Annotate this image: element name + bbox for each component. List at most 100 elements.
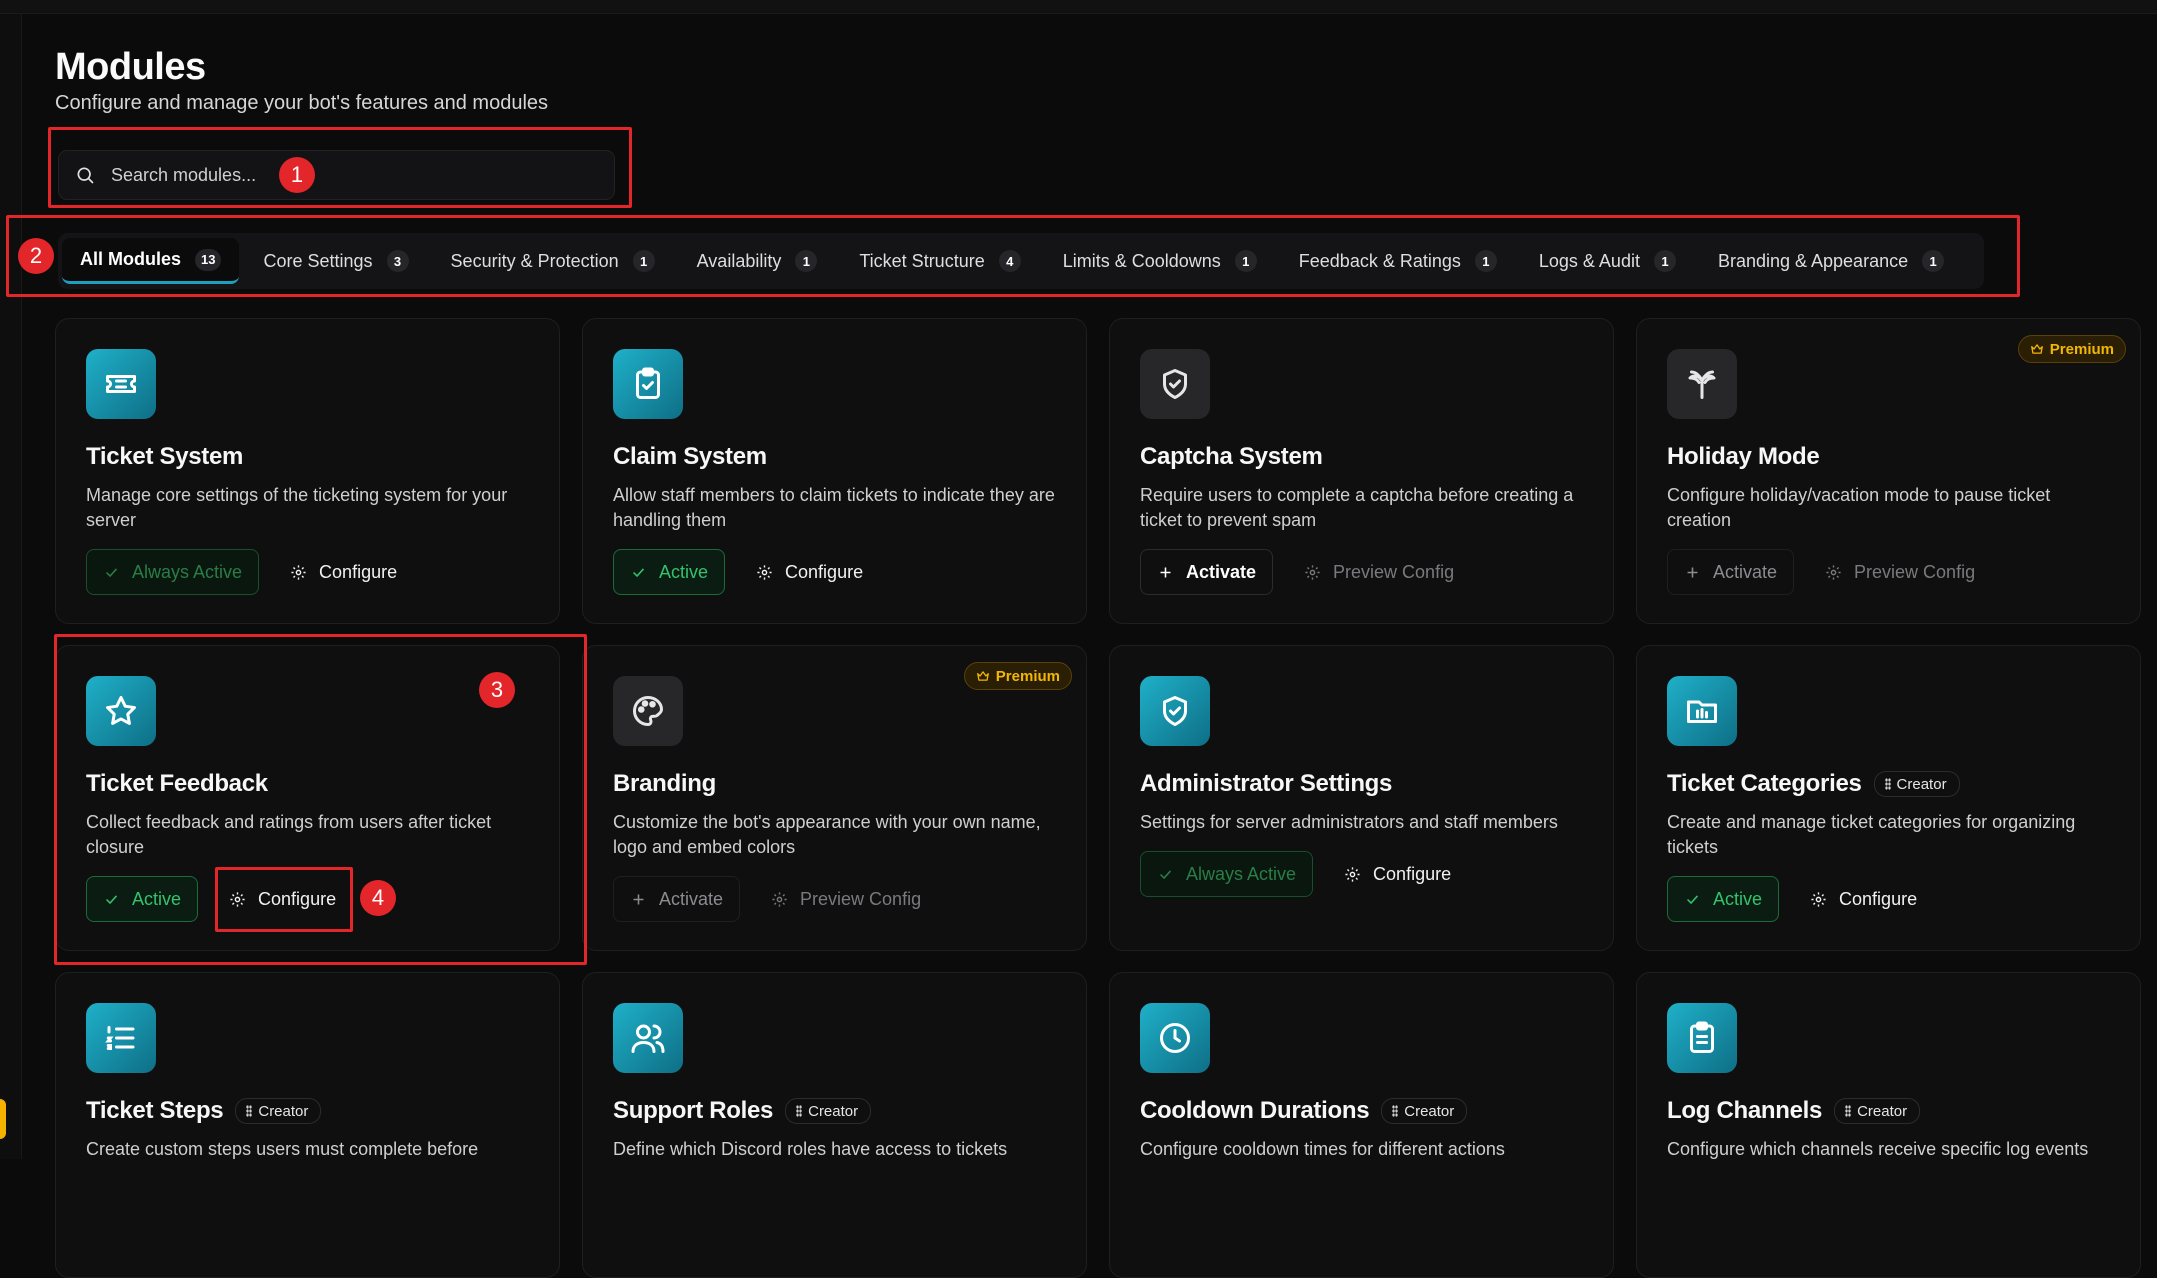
check-icon (1159, 869, 1172, 879)
module-icon (613, 1003, 683, 1073)
always-active-badge: Always Active (86, 549, 260, 595)
activate-button[interactable]: Activate (1667, 549, 1795, 595)
module-icon (86, 349, 156, 419)
badge-label: Creator (1857, 1102, 1908, 1120)
activate-button[interactable]: Activate (1140, 549, 1274, 595)
left-sidebar-rail (0, 14, 22, 1159)
module-icon (86, 1003, 156, 1073)
annotation-marker: 3 (479, 672, 515, 708)
badge-label: Creator (1404, 1102, 1455, 1120)
annotation-marker: 2 (18, 238, 54, 274)
module-icon (1667, 1003, 1737, 1073)
annotation-marker: 4 (360, 880, 396, 916)
check-icon (632, 567, 645, 577)
palette-icon (633, 696, 663, 726)
users-icon (631, 1024, 665, 1053)
creator-badge: Creator (1381, 1098, 1468, 1124)
list-icon (105, 1026, 135, 1050)
grip-icon (246, 1105, 253, 1117)
check-icon (105, 567, 118, 577)
module-card-branding: Premium Branding Customize the bot's app… (582, 645, 1087, 951)
preview-config-button[interactable]: Preview Config (754, 876, 938, 922)
active-toggle-button[interactable]: Active (613, 549, 726, 595)
module-title: Ticket Categories (1667, 770, 1862, 797)
premium-badge: Premium (2017, 335, 2126, 363)
ticket-icon (106, 375, 136, 393)
module-description: Configure cooldown times for different a… (1140, 1139, 1505, 1159)
module-title: Captcha System (1140, 443, 1323, 470)
module-card-claim-system: Claim System Allow staff members to clai… (582, 318, 1087, 624)
button-label: Configure (319, 561, 398, 582)
gear-icon (772, 891, 787, 907)
button-label: Activate (659, 888, 724, 909)
palm-tree-icon (1688, 370, 1716, 399)
status-label: Always Active (1186, 863, 1297, 884)
crown-icon (976, 671, 989, 681)
folder-icon (1687, 700, 1717, 723)
crown-icon (2030, 344, 2043, 354)
configure-button[interactable]: Configure (273, 549, 414, 595)
module-title: Support Roles (613, 1097, 774, 1124)
module-title: Cooldown Durations (1140, 1097, 1370, 1124)
module-icon (1667, 676, 1737, 746)
plus-icon (633, 894, 644, 904)
gear-icon (1826, 564, 1841, 580)
module-icon (1667, 349, 1737, 419)
check-icon (1686, 894, 1699, 904)
module-description: Configure which channels receive specifi… (1667, 1139, 2089, 1159)
button-label: Preview Config (800, 888, 922, 909)
configure-button[interactable]: Configure (1793, 876, 1934, 922)
status-label: Always Active (132, 561, 243, 582)
creator-badge: Creator (1873, 771, 1960, 797)
button-label: Configure (1839, 888, 1918, 909)
shield-check-icon (1163, 696, 1187, 726)
module-icon (613, 349, 683, 419)
module-description: Manage core settings of the ticketing sy… (86, 485, 508, 530)
grip-icon (1845, 1105, 1852, 1117)
module-title: Claim System (613, 443, 767, 470)
button-label: Active (659, 561, 709, 582)
button-label: Activate (1186, 561, 1257, 582)
module-icon (1140, 1003, 1210, 1073)
active-toggle-button[interactable]: Active (1667, 876, 1780, 922)
shield-check-icon (1163, 369, 1187, 399)
module-description: Settings for server administrators and s… (1140, 812, 1558, 832)
module-icon (613, 676, 683, 746)
annotation-box-tabs (6, 215, 2020, 297)
button-label: Activate (1713, 561, 1778, 582)
gear-icon (1345, 866, 1360, 882)
clock-icon (1160, 1023, 1190, 1053)
creator-badge: Creator (235, 1098, 322, 1124)
activate-button[interactable]: Activate (613, 876, 741, 922)
badge-label: Creator (1896, 775, 1947, 793)
plus-icon (1687, 567, 1698, 577)
module-description: Create custom steps users must complete … (86, 1139, 479, 1159)
plus-icon (1160, 567, 1171, 577)
gear-icon (291, 564, 306, 580)
module-description: Customize the bot's appearance with your… (613, 812, 1041, 857)
configure-button[interactable]: Configure (1327, 851, 1468, 897)
module-card-captcha-system: Captcha System Require users to complete… (1109, 318, 1614, 624)
gear-icon (757, 564, 772, 580)
grip-icon (796, 1105, 803, 1117)
creator-badge: Creator (1834, 1098, 1921, 1124)
module-card-ticket-steps: Ticket Steps Creator Create custom steps… (55, 972, 560, 1278)
configure-button[interactable]: Configure (739, 549, 880, 595)
module-description: Create and manage ticket categories for … (1667, 812, 2076, 857)
badge-label: Premium (995, 667, 1060, 685)
page-subtitle: Configure and manage your bot's features… (55, 92, 549, 114)
always-active-badge: Always Active (1140, 851, 1314, 897)
preview-config-button[interactable]: Preview Config (1287, 549, 1471, 595)
module-title: Ticket Steps (86, 1097, 224, 1124)
gear-icon (1305, 564, 1320, 580)
button-label: Active (1713, 888, 1763, 909)
module-card-support-roles: Support Roles Creator Define which Disco… (582, 972, 1087, 1278)
clipboard-check-icon (636, 367, 660, 399)
module-title: Administrator Settings (1140, 770, 1393, 797)
module-title: Ticket System (86, 443, 244, 470)
module-description: Configure holiday/vacation mode to pause… (1667, 485, 2051, 530)
module-title: Branding (613, 770, 716, 797)
notification-indicator[interactable] (0, 1099, 6, 1139)
preview-config-button[interactable]: Preview Config (1808, 549, 1992, 595)
page-title: Modules (55, 46, 206, 88)
